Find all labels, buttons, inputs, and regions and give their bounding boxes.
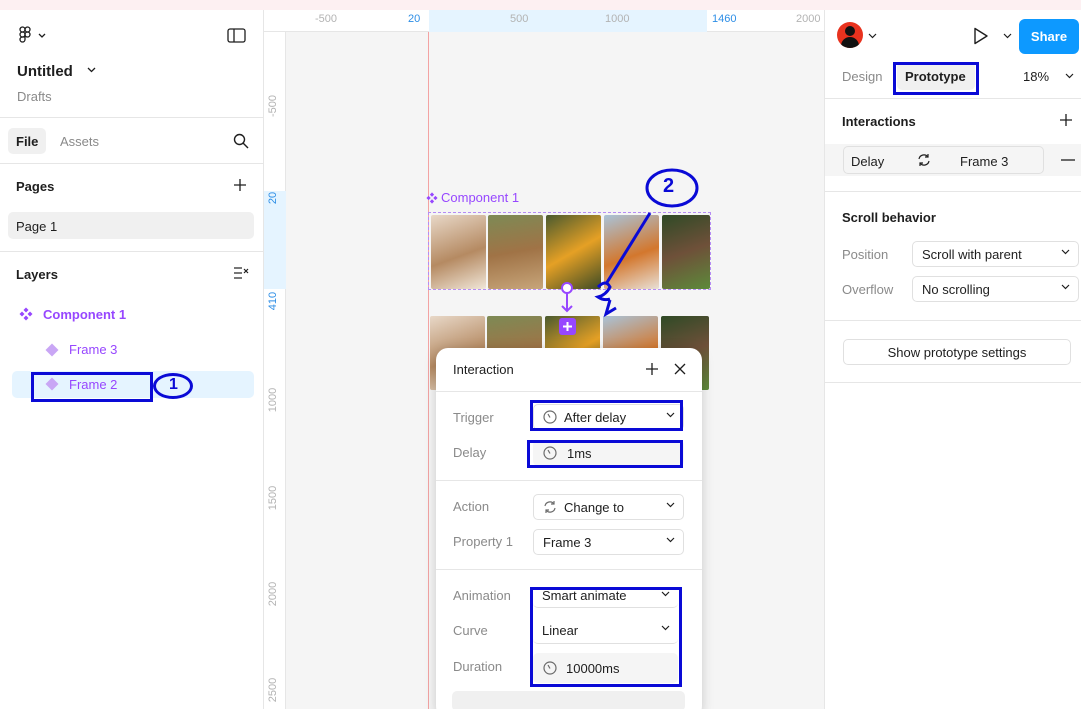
animation-label: Animation	[453, 588, 511, 603]
action-label: Action	[453, 499, 490, 514]
annotation-box	[530, 587, 682, 687]
ruler-selection-top	[429, 10, 707, 32]
chevron-down-icon	[1061, 284, 1070, 290]
component-icon	[426, 192, 438, 204]
annotation-box	[31, 372, 153, 402]
chevron-down-icon	[666, 502, 675, 508]
tab-design[interactable]: Design	[842, 69, 882, 84]
trigger-label: Trigger	[453, 410, 494, 425]
swap-icon	[917, 153, 931, 167]
ruler-tick: 1000	[267, 387, 279, 413]
interaction-row-trigger: Delay	[851, 154, 885, 169]
add-icon[interactable]	[645, 362, 659, 376]
interaction-row-target: Frame 3	[960, 154, 1009, 169]
figma-menu-icon[interactable]	[18, 26, 48, 46]
hamster-image	[431, 215, 486, 289]
sidebar-toggle-icon[interactable]	[227, 28, 246, 43]
remove-interaction-icon[interactable]	[1061, 159, 1075, 161]
annotation-number: 2	[663, 175, 675, 197]
file-title[interactable]: Untitled	[17, 63, 73, 80]
action-select[interactable]: Change to	[533, 494, 684, 520]
tab-assets[interactable]: Assets	[60, 134, 99, 149]
property-select[interactable]: Frame 3	[533, 529, 684, 555]
position-value: Scroll with parent	[922, 246, 1022, 262]
chevron-down-icon	[1061, 249, 1070, 255]
layer-component-1[interactable]: Component 1	[43, 307, 126, 322]
component-icon	[19, 307, 33, 321]
chevron-down-icon[interactable]	[868, 33, 877, 39]
file-location[interactable]: Drafts	[17, 89, 52, 104]
layer-frame-3[interactable]: Frame 3	[69, 342, 117, 357]
interactions-heading: Interactions	[842, 114, 916, 129]
annotation-drawing	[594, 168, 699, 318]
annotation-box	[893, 62, 979, 95]
ruler-tick: 500	[510, 13, 529, 25]
collapse-layers-icon[interactable]	[233, 266, 249, 280]
curve-label: Curve	[453, 623, 488, 638]
deer-image	[488, 215, 543, 289]
annotation-box	[527, 440, 683, 468]
top-strip	[0, 0, 1081, 10]
component-label[interactable]: Component 1	[441, 190, 519, 205]
share-button-label: Share	[1030, 29, 1068, 44]
left-panel: Untitled Drafts File Assets Pages Page 1…	[0, 10, 264, 709]
chevron-down-icon[interactable]	[1065, 73, 1074, 79]
annotation-box	[530, 400, 683, 431]
overflow-label: Overflow	[842, 282, 894, 297]
search-icon[interactable]	[233, 133, 249, 149]
scroll-heading: Scroll behavior	[842, 210, 936, 225]
swap-icon	[543, 500, 557, 514]
share-button[interactable]: Share	[1019, 19, 1079, 54]
delay-label: Delay	[453, 445, 487, 460]
page-item-label: Page 1	[16, 219, 58, 234]
position-label: Position	[842, 247, 889, 262]
play-icon[interactable]	[973, 27, 989, 45]
animation-preview	[452, 691, 685, 709]
right-panel: Design Prototype 18% Interactions Delay …	[824, 10, 1081, 709]
interaction-dialog: Interaction Trigger After delay Delay 1m…	[436, 348, 702, 709]
ruler-tick: 2500	[267, 677, 279, 703]
settings-button-label: Show prototype settings	[887, 344, 1027, 360]
ruler-tick: 1000	[605, 13, 630, 25]
chevron-down-icon[interactable]	[1003, 33, 1012, 39]
avatar[interactable]	[837, 22, 863, 48]
pages-heading: Pages	[16, 179, 55, 194]
property-value: Frame 3	[543, 534, 592, 550]
annotation-number: 1	[169, 376, 178, 393]
prototype-connector[interactable]	[558, 282, 578, 344]
zoom-level[interactable]: 18%	[1023, 69, 1049, 84]
overflow-value: No scrolling	[922, 281, 990, 297]
show-prototype-settings-button[interactable]: Show prototype settings	[843, 339, 1071, 365]
ruler-tick: 20	[408, 13, 421, 25]
ruler-tick: -500	[315, 13, 338, 25]
ruler-tick: 410	[267, 291, 279, 311]
close-icon[interactable]	[673, 362, 687, 376]
property-label: Property 1	[453, 534, 513, 549]
add-interaction-icon[interactable]	[1059, 113, 1073, 127]
ruler-tick: 20	[267, 191, 279, 205]
dialog-title: Interaction	[453, 362, 514, 377]
ruler-tick: 1460	[712, 13, 737, 25]
chevron-down-icon[interactable]	[87, 67, 96, 73]
layers-heading: Layers	[16, 267, 58, 282]
chevron-down-icon	[666, 537, 675, 543]
position-select[interactable]: Scroll with parent	[912, 241, 1079, 267]
tab-file-label: File	[16, 134, 39, 149]
ruler-tick: -500	[267, 94, 279, 118]
ruler-tick: 1500	[267, 485, 279, 511]
ruler-tick: 2000	[796, 13, 821, 25]
add-page-icon[interactable]	[233, 178, 247, 192]
action-value: Change to	[564, 499, 624, 515]
variant-icon	[45, 343, 59, 357]
overflow-select[interactable]: No scrolling	[912, 276, 1079, 302]
duration-label: Duration	[453, 659, 503, 674]
ruler-tick: 2000	[267, 581, 279, 607]
